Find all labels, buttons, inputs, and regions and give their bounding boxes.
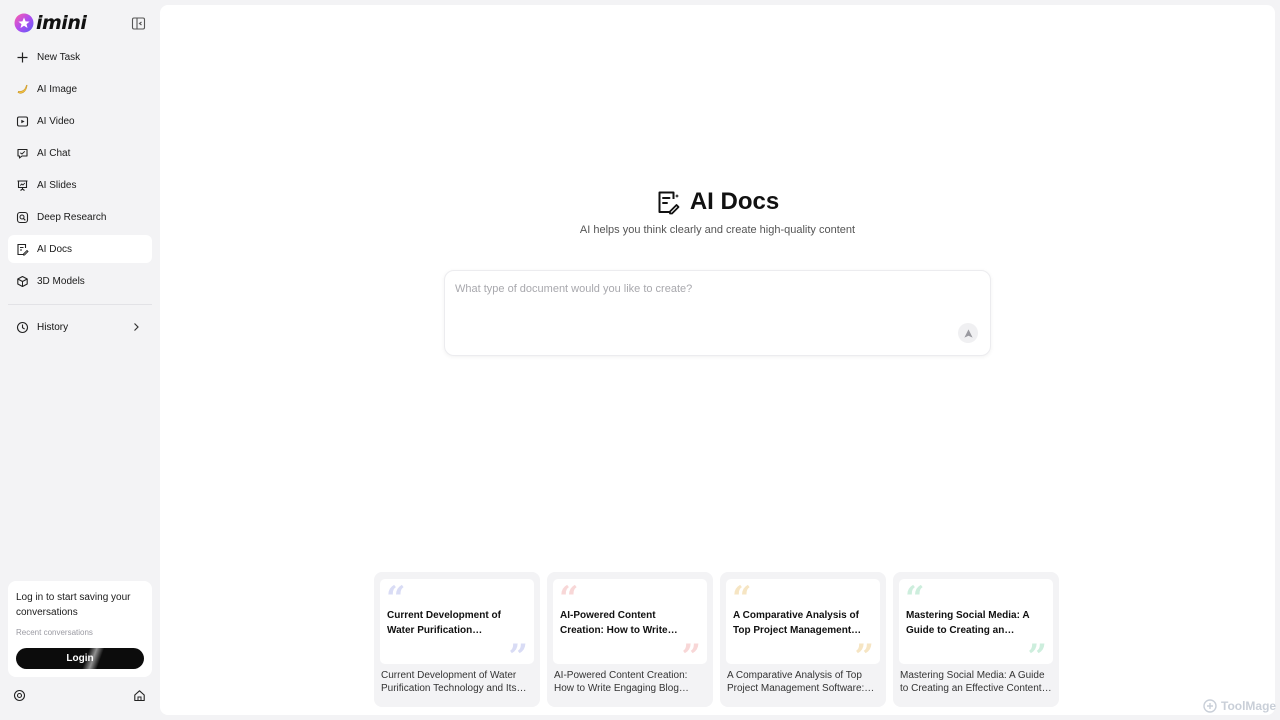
card-preview: “ ” Current Development of Water Purific… [380, 579, 534, 674]
example-card[interactable]: “ ” Current Development of Water Purific… [374, 572, 540, 707]
sidebar-item-ai-image[interactable]: AI Image [8, 75, 152, 103]
sidebar-item-ai-video[interactable]: AI Video [8, 107, 152, 135]
card-preview: “ ” A Comparative Analysis of Top Projec… [726, 579, 880, 674]
docs-icon [16, 243, 29, 256]
sidebar-item-ai-chat[interactable]: AI Chat [8, 139, 152, 167]
sidebar-item-3d-models[interactable]: 3D Models [8, 267, 152, 295]
sidebar-item-label: History [37, 321, 69, 333]
sidebar-item-label: AI Image [37, 83, 78, 95]
chat-icon [16, 147, 29, 160]
sidebar-item-ai-slides[interactable]: AI Slides [8, 171, 152, 199]
close-quote-icon: ” [681, 637, 701, 677]
sidebar-item-label: AI Slides [37, 179, 77, 191]
banana-icon [16, 83, 29, 96]
sidebar-divider [8, 304, 152, 305]
main-panel: AI Docs AI helps you think clearly and c… [160, 5, 1275, 715]
sidebar-item-label: AI Video [37, 115, 75, 127]
plus-icon [16, 51, 29, 64]
watermark: ToolMage [1203, 699, 1276, 713]
imini-logo-icon [14, 13, 34, 33]
send-button[interactable] [958, 323, 978, 343]
login-card: Log in to start saving your conversation… [8, 581, 152, 677]
sidebar-toggle-icon[interactable] [131, 16, 146, 31]
sidebar-item-deep-research[interactable]: Deep Research [8, 203, 152, 231]
brand-logo[interactable]: imini [14, 12, 87, 34]
watermark-logo-icon [1203, 699, 1217, 713]
page-title: AI Docs [689, 188, 780, 215]
example-card[interactable]: “ ” AI-Powered Content Creation: How to … [547, 572, 713, 707]
card-title: A Comparative Analysis of Top Project Ma… [733, 610, 859, 636]
login-button[interactable]: Login [16, 648, 144, 669]
video-icon [16, 115, 29, 128]
close-quote-icon: ” [508, 637, 528, 677]
page-subtitle: AI helps you think clearly and create hi… [579, 224, 856, 236]
card-preview: “ ” AI-Powered Content Creation: How to … [553, 579, 707, 674]
card-title: AI-Powered Content Creation: How to Writ… [560, 610, 668, 636]
card-title: Current Development of Water Purificatio… [387, 610, 501, 636]
watermark-text: ToolMage [1221, 699, 1277, 713]
prompt-box [444, 270, 991, 356]
send-icon [963, 328, 973, 338]
slides-icon [16, 179, 29, 192]
docs-icon [658, 191, 680, 214]
sidebar-item-label: 3D Models [37, 275, 85, 287]
sidebar-item-label: Deep Research [37, 211, 107, 223]
chevron-right-icon [134, 323, 139, 331]
cube-icon [16, 275, 29, 288]
sidebar-item-ai-docs[interactable]: AI Docs [8, 235, 152, 263]
prompt-input[interactable] [455, 283, 955, 323]
brand-name: imini [36, 12, 87, 34]
example-card[interactable]: “ ” Mastering Social Media: A Guide to C… [893, 572, 1059, 707]
card-preview: “ ” Mastering Social Media: A Guide to C… [899, 579, 1053, 674]
card-title: Mastering Social Media: A Guide to Creat… [906, 610, 1030, 636]
sidebar-item-label: New Task [37, 51, 81, 63]
page-header: AI Docs [160, 188, 1275, 216]
sidebar-item-history[interactable]: History [8, 313, 152, 341]
recent-conversations-label: Recent conversations [16, 628, 93, 637]
sidebar-item-label: AI Chat [37, 147, 71, 159]
clock-icon [16, 321, 29, 334]
home-icon[interactable] [133, 689, 146, 702]
sidebar-item-label: AI Docs [37, 243, 73, 255]
login-message: Log in to start saving your conversation… [16, 592, 131, 618]
research-icon [16, 211, 29, 224]
sidebar: imini New Task AI Image AI Video AI Chat… [0, 0, 160, 720]
example-cards: “ ” Current Development of Water Purific… [374, 572, 1059, 707]
close-quote-icon: ” [1027, 637, 1047, 677]
sidebar-item-new-task[interactable]: New Task [8, 43, 152, 71]
example-card[interactable]: “ ” A Comparative Analysis of Top Projec… [720, 572, 886, 707]
close-quote-icon: ” [854, 637, 874, 677]
settings-icon[interactable] [13, 689, 26, 702]
sidebar-nav: New Task AI Image AI Video AI Chat AI Sl… [8, 43, 152, 299]
